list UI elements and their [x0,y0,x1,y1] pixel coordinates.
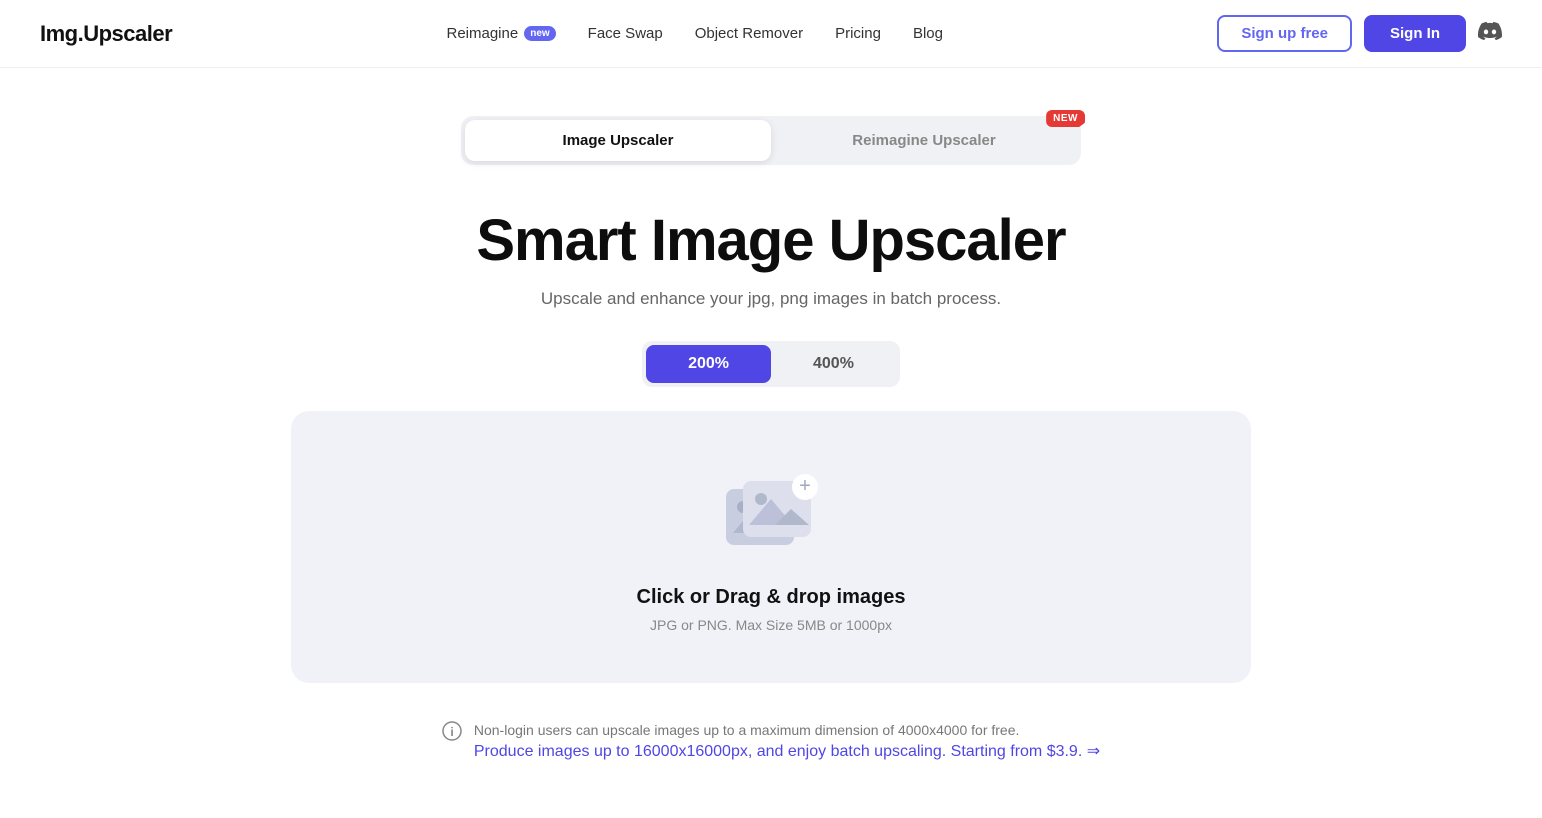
svg-text:i: i [450,725,453,739]
nav-link-blog[interactable]: Blog [913,25,943,42]
nav-link-pricing[interactable]: Pricing [835,25,881,42]
scale-400-button[interactable]: 400% [771,345,896,383]
info-bar: i Non-login users can upscale images up … [442,719,1100,761]
hero-title: Smart Image Upscaler [476,209,1065,273]
info-main-text: Non-login users can upscale images up to… [474,719,1100,741]
main-nav: Reimagine new Face Swap Object Remover P… [447,25,943,42]
dropzone-title: Click or Drag & drop images [637,586,906,609]
nav-link-reimagine[interactable]: Reimagine [447,25,519,42]
info-icon: i [442,721,462,746]
tab-new-badge: NEW [1046,110,1085,127]
nav-new-badge: new [524,26,555,41]
signin-button[interactable]: Sign In [1364,15,1466,52]
tab-reimagine-upscaler[interactable]: Reimagine Upscaler NEW [771,120,1077,161]
tab-image-upscaler[interactable]: Image Upscaler [465,120,771,161]
info-text-block: Non-login users can upscale images up to… [474,719,1100,761]
hero-subtitle: Upscale and enhance your jpg, png images… [541,289,1001,309]
brand-logo[interactable]: Img.Upscaler [40,21,172,47]
discord-icon[interactable] [1478,19,1502,49]
scale-selector: 200% 400% [642,341,900,387]
signup-button[interactable]: Sign up free [1217,15,1352,52]
svg-text:+: + [799,475,811,497]
nav-item-reimagine[interactable]: Reimagine new [447,25,556,42]
nav-actions: Sign up free Sign In [1217,15,1502,52]
nav-link-object-remover[interactable]: Object Remover [695,25,803,42]
nav-link-face-swap[interactable]: Face Swap [588,25,663,42]
dropzone-subtitle: JPG or PNG. Max Size 5MB or 1000px [650,617,892,633]
tab-container: Image Upscaler Reimagine Upscaler NEW [461,116,1081,165]
upload-icon: + [721,471,821,566]
scale-200-button[interactable]: 200% [646,345,771,383]
dropzone[interactable]: + Click or Drag & drop images JPG or PNG… [291,411,1251,683]
info-link[interactable]: Produce images up to 16000x16000px, and … [474,743,1100,760]
